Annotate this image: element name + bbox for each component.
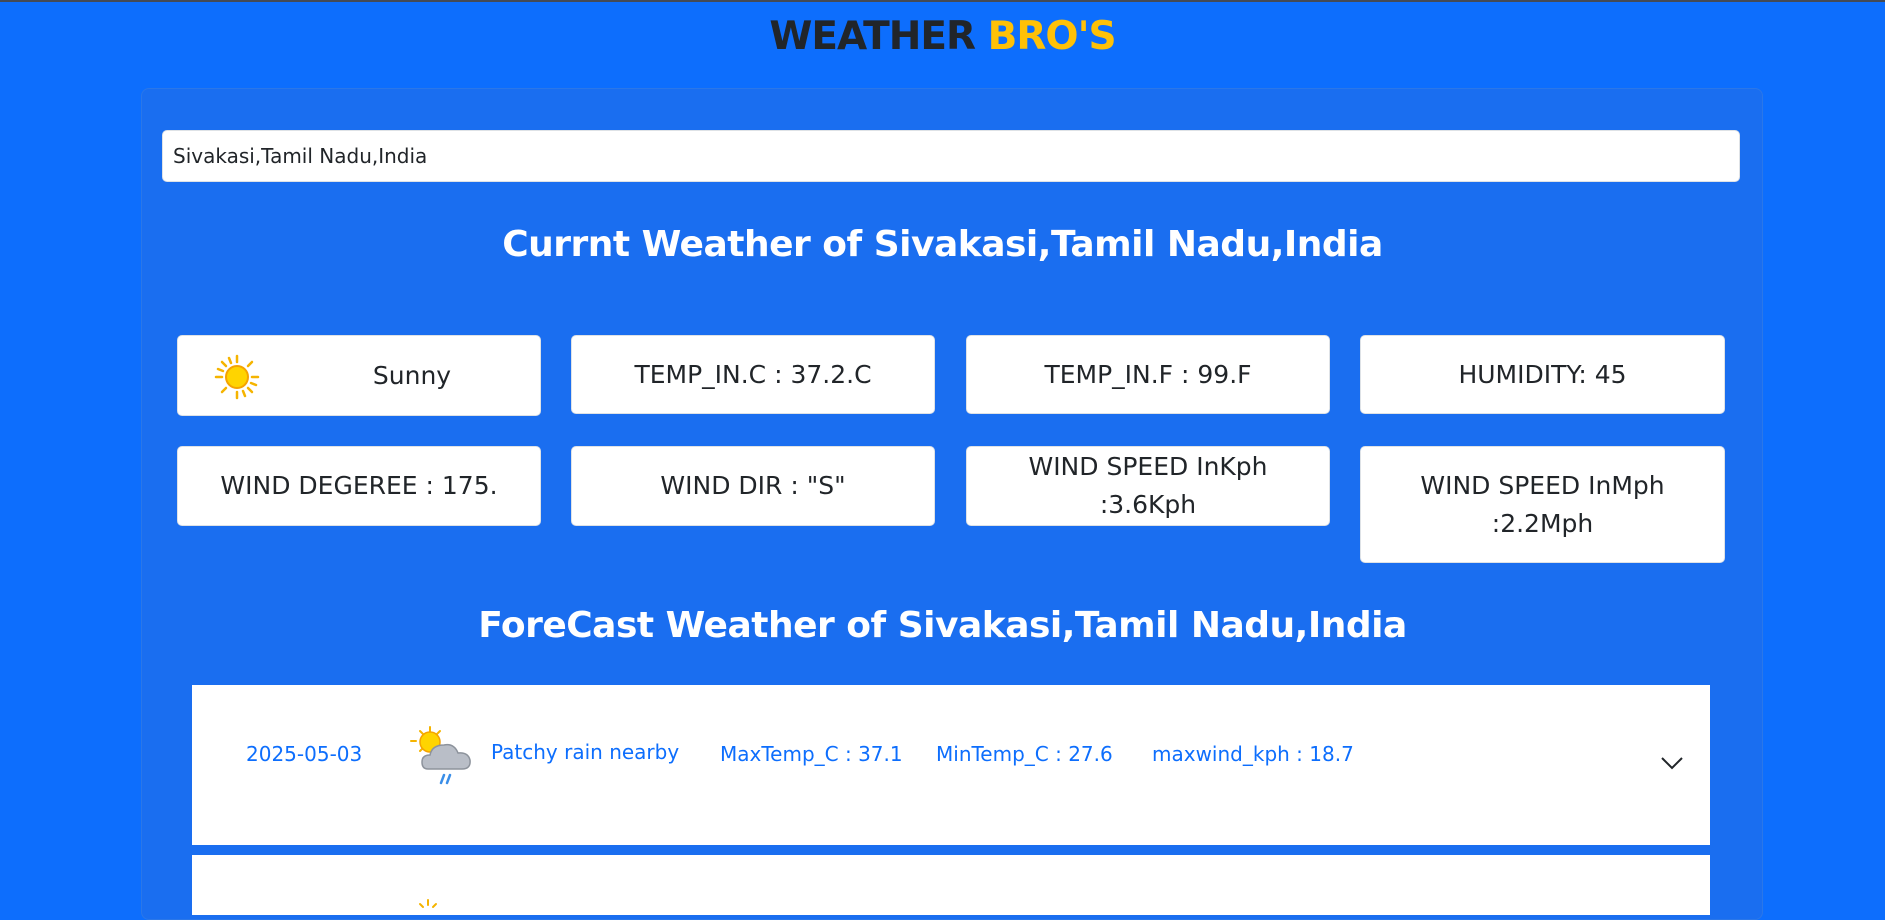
- forecast-date: 2025-05-03: [246, 742, 363, 766]
- temp-c-label: TEMP_IN.C : 37.2.C: [634, 359, 872, 389]
- temp-f-card: TEMP_IN.F : 99.F: [966, 335, 1330, 414]
- wind-degree-label: WIND DEGEREE : 175.: [220, 471, 498, 500]
- forecast-title: ForeCast Weather of Sivakasi,Tamil Nadu,…: [478, 605, 1407, 646]
- forecast-max-wind: maxwind_kph : 18.7: [1152, 742, 1354, 766]
- temp-f-label: TEMP_IN.F : 99.F: [1044, 359, 1252, 389]
- wind-kph-card: WIND SPEED InKph :3.6Kph: [966, 446, 1330, 526]
- condition-card: Sunny: [177, 335, 541, 416]
- search-input[interactable]: Sivakasi,Tamil Nadu,India: [162, 130, 1740, 182]
- app-title: WEATHER BRO'S: [0, 14, 1885, 59]
- sun-icon: [214, 354, 260, 411]
- forecast-min-temp: MinTemp_C : 27.6: [936, 742, 1113, 766]
- humidity-label: HUMIDITY: 45: [1458, 359, 1627, 389]
- forecast-condition: Patchy rain nearby: [491, 740, 680, 764]
- chevron-down-icon[interactable]: [1660, 755, 1684, 774]
- sun-icon: [414, 895, 444, 914]
- patchy-rain-icon: [410, 725, 482, 795]
- wind-mph-label: WIND SPEED InMph :2.2Mph: [1420, 470, 1665, 538]
- condition-label: Sunny: [372, 360, 452, 390]
- forecast-max-temp: MaxTemp_C : 37.1: [720, 742, 903, 766]
- forecast-item[interactable]: 2025-05-03 Patchy rain nearby MaxTemp_C …: [192, 685, 1710, 845]
- temp-c-card: TEMP_IN.C : 37.2.C: [571, 335, 935, 414]
- wind-degree-card: WIND DEGEREE : 175.: [177, 446, 541, 526]
- current-weather-title: Currnt Weather of Sivakasi,Tamil Nadu,In…: [502, 224, 1383, 265]
- brand-part1: WEATHER: [769, 14, 976, 59]
- forecast-item[interactable]: [192, 855, 1710, 915]
- wind-dir-label: WIND DIR : "S": [660, 471, 846, 500]
- humidity-card: HUMIDITY: 45: [1360, 335, 1725, 414]
- wind-dir-card: WIND DIR : "S": [571, 446, 935, 526]
- wind-mph-card: WIND SPEED InMph :2.2Mph: [1360, 446, 1725, 563]
- brand-part2: BRO'S: [987, 14, 1117, 59]
- wind-kph-label: WIND SPEED InKph :3.6Kph: [1028, 452, 1268, 519]
